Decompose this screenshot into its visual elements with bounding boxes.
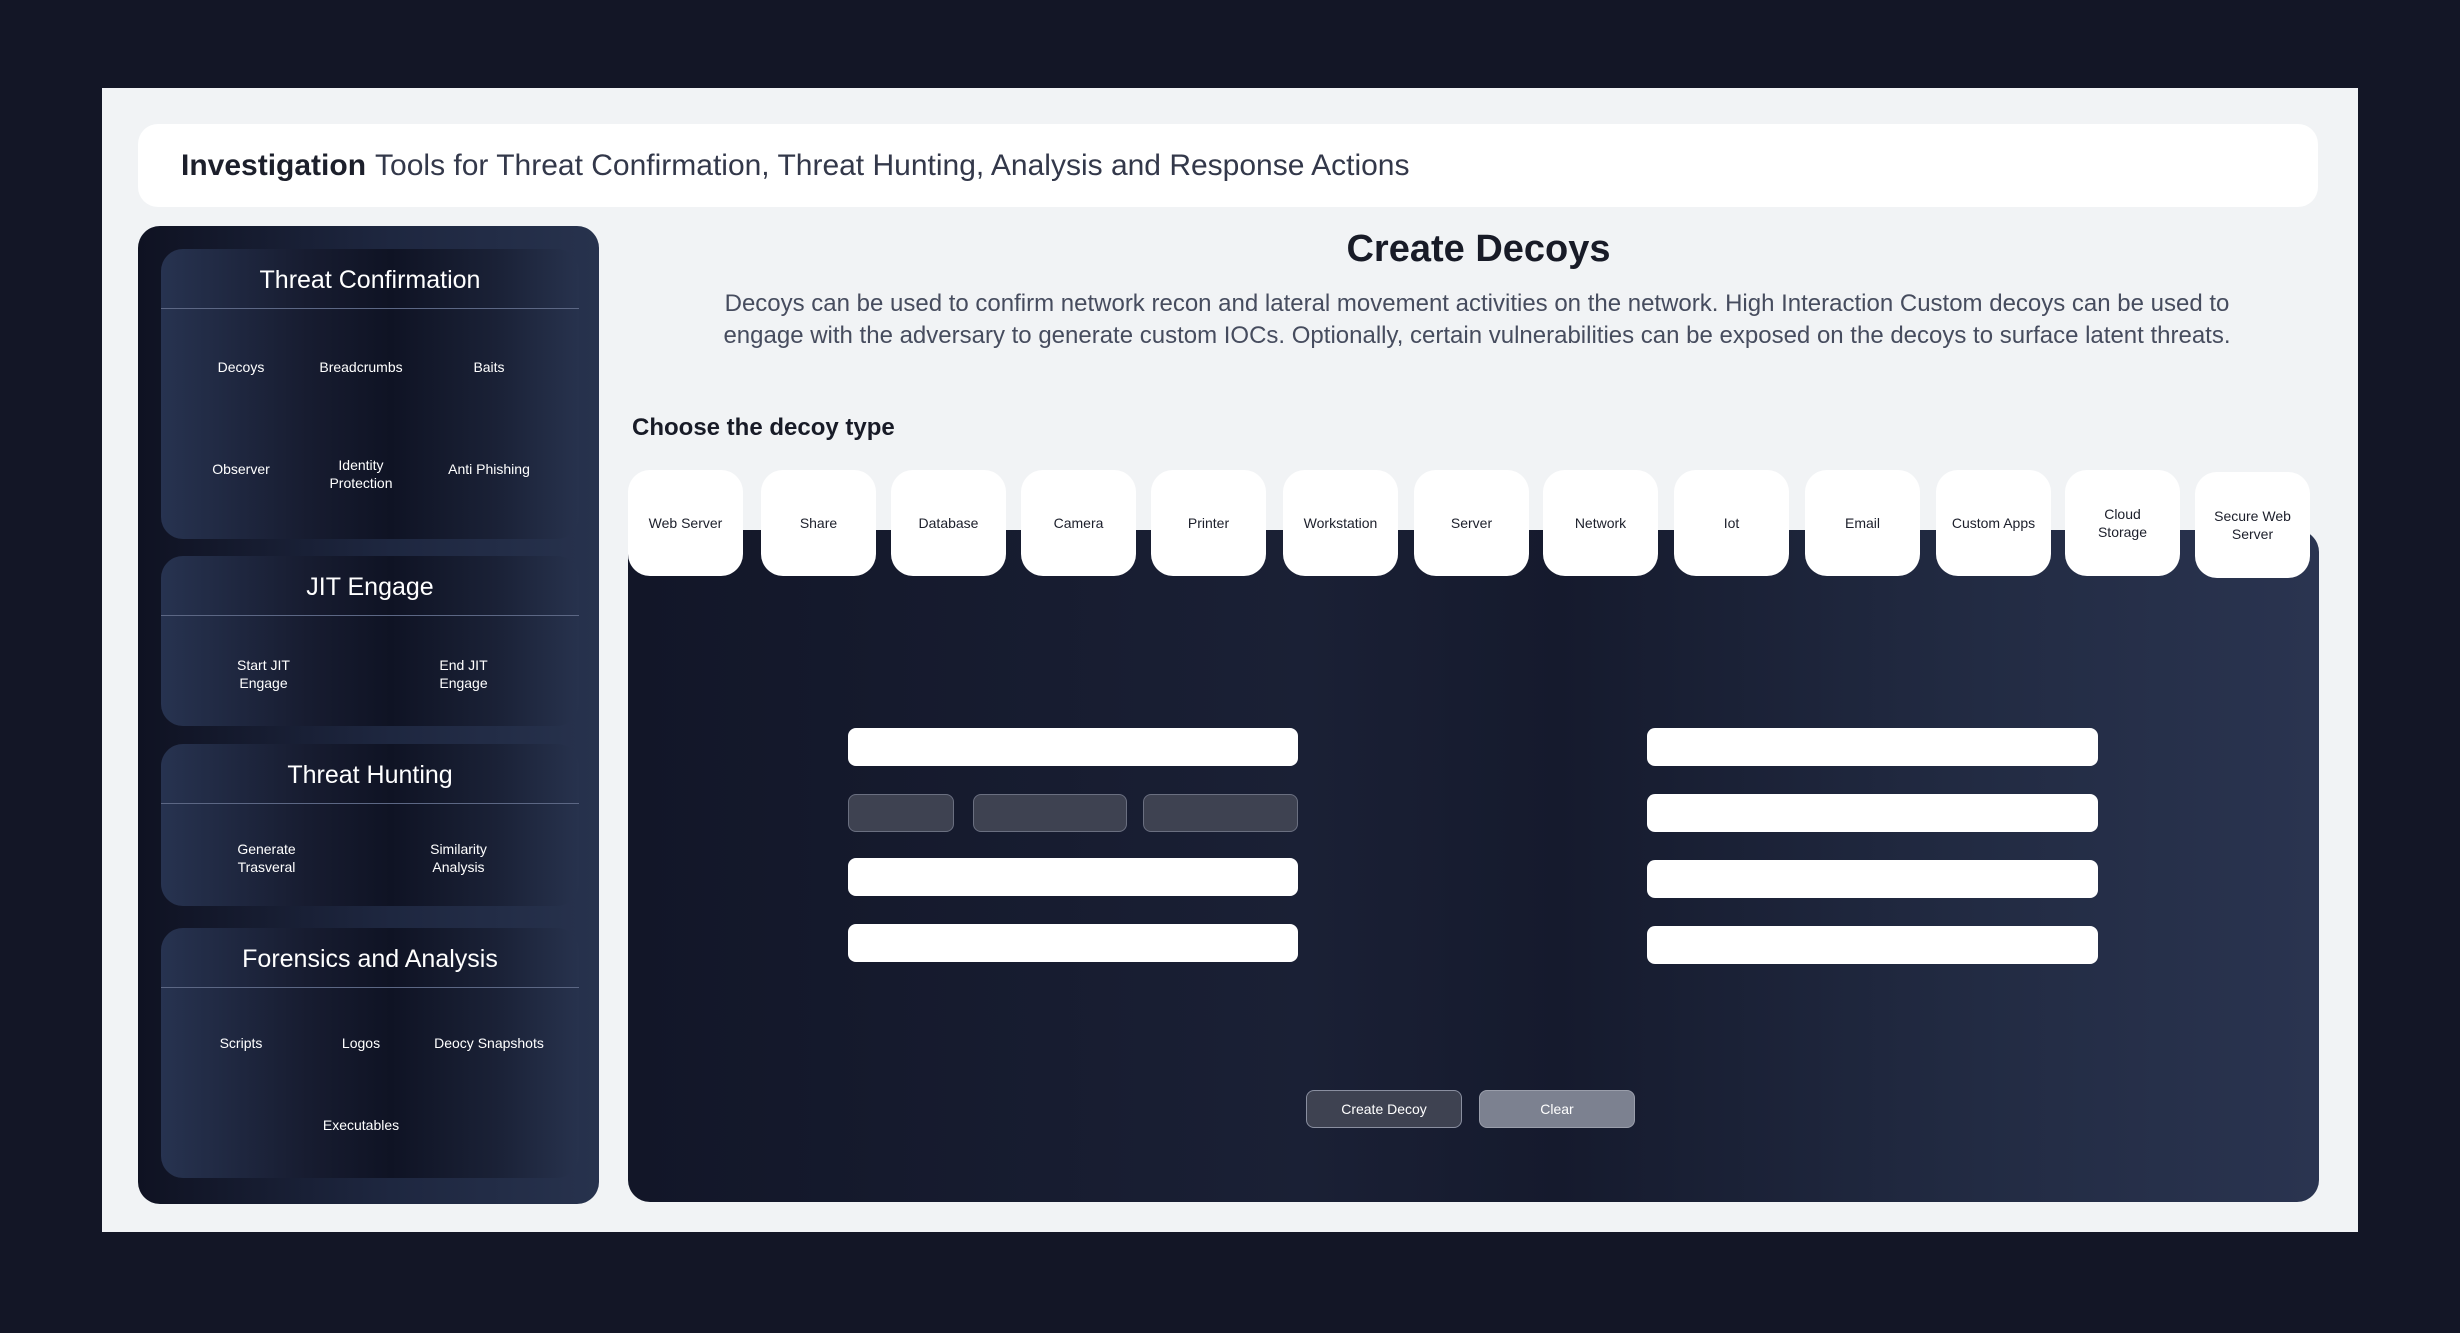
create-decoy-button[interactable]: Create Decoy <box>1306 1090 1462 1128</box>
option-chip[interactable] <box>848 794 954 832</box>
tool-identity-protection[interactable]: Identity Protection <box>306 456 416 492</box>
form-field[interactable] <box>848 858 1298 896</box>
tool-scripts[interactable]: Scripts <box>176 1034 306 1052</box>
decoy-type-share[interactable]: Share <box>761 470 876 576</box>
option-chip[interactable] <box>973 794 1127 832</box>
decoy-type-custom-apps[interactable]: Custom Apps <box>1936 470 2051 576</box>
tool-executables[interactable]: Executables <box>296 1116 426 1134</box>
section-title: Forensics and Analysis <box>161 932 579 988</box>
form-field[interactable] <box>1647 860 2098 898</box>
tool-anti-phishing[interactable]: Anti Phishing <box>424 460 554 478</box>
section-jit-engage: JIT Engage Start JIT Engage End JIT Enga… <box>161 556 579 726</box>
form-field[interactable] <box>1647 728 2098 766</box>
section-threat-hunting: Threat Hunting Generate Trasveral Simila… <box>161 744 579 906</box>
section-title: Threat Confirmation <box>161 253 579 309</box>
option-chip[interactable] <box>1143 794 1298 832</box>
main-title: Create Decoys <box>1346 228 1611 270</box>
clear-button[interactable]: Clear <box>1479 1090 1635 1128</box>
tool-end-jit-engage[interactable]: End JIT Engage <box>421 656 506 692</box>
decoy-type-cloud-storage[interactable]: Cloud Storage <box>2065 470 2180 576</box>
tool-similarity-analysis[interactable]: Similarity Analysis <box>411 840 506 876</box>
decoy-type-camera[interactable]: Camera <box>1021 470 1136 576</box>
decoy-type-network[interactable]: Network <box>1543 470 1658 576</box>
form-field[interactable] <box>1647 926 2098 964</box>
tool-start-jit-engage[interactable]: Start JIT Engage <box>216 656 311 692</box>
section-forensics: Forensics and Analysis Scripts Logos Deo… <box>161 928 579 1178</box>
decoy-type-database[interactable]: Database <box>891 470 1006 576</box>
tool-decoy-snapshots[interactable]: Deocy Snapshots <box>434 1034 544 1052</box>
section-title: Threat Hunting <box>161 748 579 804</box>
choose-decoy-label: Choose the decoy type <box>632 414 895 441</box>
tool-observer[interactable]: Observer <box>176 460 306 478</box>
decoy-type-iot[interactable]: Iot <box>1674 470 1789 576</box>
sidebar: Threat Confirmation Decoys Breadcrumbs B… <box>138 226 599 1204</box>
form-field[interactable] <box>848 924 1298 962</box>
section-title: JIT Engage <box>161 560 579 616</box>
form-field[interactable] <box>848 728 1298 766</box>
decoy-type-printer[interactable]: Printer <box>1151 470 1266 576</box>
decoy-type-web-server[interactable]: Web Server <box>628 470 743 576</box>
decoy-type-server[interactable]: Server <box>1414 470 1529 576</box>
tool-generate-traversal[interactable]: Generate Trasveral <box>219 840 314 876</box>
section-threat-confirmation: Threat Confirmation Decoys Breadcrumbs B… <box>161 249 579 539</box>
decoy-type-workstation[interactable]: Workstation <box>1283 470 1398 576</box>
page-subtitle: Tools for Threat Confirmation, Threat Hu… <box>375 148 1410 182</box>
page-title: Investigation <box>181 148 367 182</box>
decoy-type-email[interactable]: Email <box>1805 470 1920 576</box>
page-header: Investigation Tools for Threat Confirmat… <box>138 124 2318 207</box>
tool-logos[interactable]: Logos <box>296 1034 426 1052</box>
tool-decoys[interactable]: Decoys <box>176 358 306 376</box>
tool-breadcrumbs[interactable]: Breadcrumbs <box>296 358 426 376</box>
form-field[interactable] <box>1647 794 2098 832</box>
main-description: Decoys can be used to confirm network re… <box>723 290 2231 349</box>
tool-baits[interactable]: Baits <box>424 358 554 376</box>
decoy-type-secure-web-server[interactable]: Secure Web Server <box>2195 472 2310 578</box>
